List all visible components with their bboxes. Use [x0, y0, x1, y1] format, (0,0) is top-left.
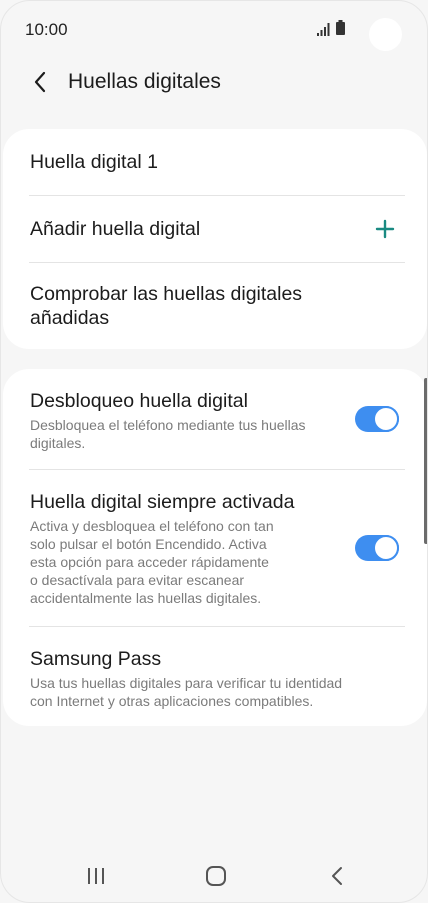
- nav-back-icon[interactable]: [327, 865, 347, 887]
- toggle-knob: [373, 535, 399, 561]
- always-on-title: Huella digital siempre activada: [30, 491, 295, 513]
- always-on-fingerprint-item[interactable]: Huella digital siempre activada Activa y…: [3, 470, 427, 626]
- camera-cutout: [369, 18, 402, 51]
- chevron-left-icon: [34, 71, 46, 93]
- navigation-bar: [1, 849, 427, 902]
- fingerprint-unlock-desc-line1: Desbloquea el teléfono mediante tus huel…: [30, 417, 306, 433]
- fingerprint-options-card: Desbloqueo huella digital Desbloquea el …: [3, 369, 427, 726]
- fingerprint-1-label: Huella digital 1: [30, 151, 158, 173]
- check-fingerprints-item[interactable]: Comprobar las huellas digitales añadidas: [3, 263, 427, 349]
- status-bar: 10:00: [1, 1, 427, 59]
- fingerprint-unlock-toggle[interactable]: [355, 406, 399, 432]
- add-fingerprint-item[interactable]: Añadir huella digital: [3, 196, 427, 262]
- app-header: Huellas digitales: [1, 59, 427, 107]
- always-on-toggle[interactable]: [355, 535, 399, 561]
- toggle-knob: [373, 406, 399, 432]
- fingerprint-unlock-title: Desbloqueo huella digital: [30, 390, 248, 412]
- always-on-desc-line1: Activa y desbloquea el teléfono con tan: [30, 518, 274, 534]
- home-icon[interactable]: [205, 865, 227, 887]
- samsung-pass-desc-line2: con Internet y otras aplicaciones compat…: [30, 693, 314, 709]
- recents-icon[interactable]: [85, 866, 107, 886]
- always-on-desc-line3: esta opción para acceder rápidamente: [30, 554, 269, 570]
- status-time: 10:00: [25, 20, 68, 39]
- always-on-desc-line4: o desactívala para evitar escanear: [30, 572, 245, 588]
- add-fingerprint-label: Añadir huella digital: [30, 218, 201, 240]
- fingerprint-unlock-item[interactable]: Desbloqueo huella digital Desbloquea el …: [3, 369, 427, 469]
- back-button[interactable]: [25, 67, 55, 97]
- signal-icon: [317, 23, 330, 36]
- scrollbar[interactable]: [424, 378, 427, 544]
- fingerprint-1-item[interactable]: Huella digital 1: [3, 129, 427, 195]
- check-fingerprints-label-line2: añadidas: [30, 307, 110, 329]
- phone-screen: 10:00 Huellas digitales Huella digital 1…: [0, 0, 428, 903]
- check-fingerprints-label-line1: Comprobar las huellas digitales: [30, 283, 303, 305]
- page-title: Huellas digitales: [68, 70, 221, 93]
- samsung-pass-desc-line1: Usa tus huellas digitales para verificar…: [30, 675, 343, 691]
- samsung-pass-item[interactable]: Samsung Pass Usa tus huellas digitales p…: [3, 627, 427, 726]
- plus-icon[interactable]: [373, 217, 397, 241]
- always-on-desc-line5: accidentalmente las huellas digitales.: [30, 590, 262, 606]
- samsung-pass-title: Samsung Pass: [30, 648, 162, 670]
- always-on-desc-line2: solo pulsar el botón Encendido. Activa: [30, 536, 267, 552]
- fingerprint-list-card: Huella digital 1 Añadir huella digital C…: [3, 129, 427, 349]
- battery-icon: [336, 20, 345, 35]
- fingerprint-unlock-desc-line2: digitales.: [30, 435, 86, 451]
